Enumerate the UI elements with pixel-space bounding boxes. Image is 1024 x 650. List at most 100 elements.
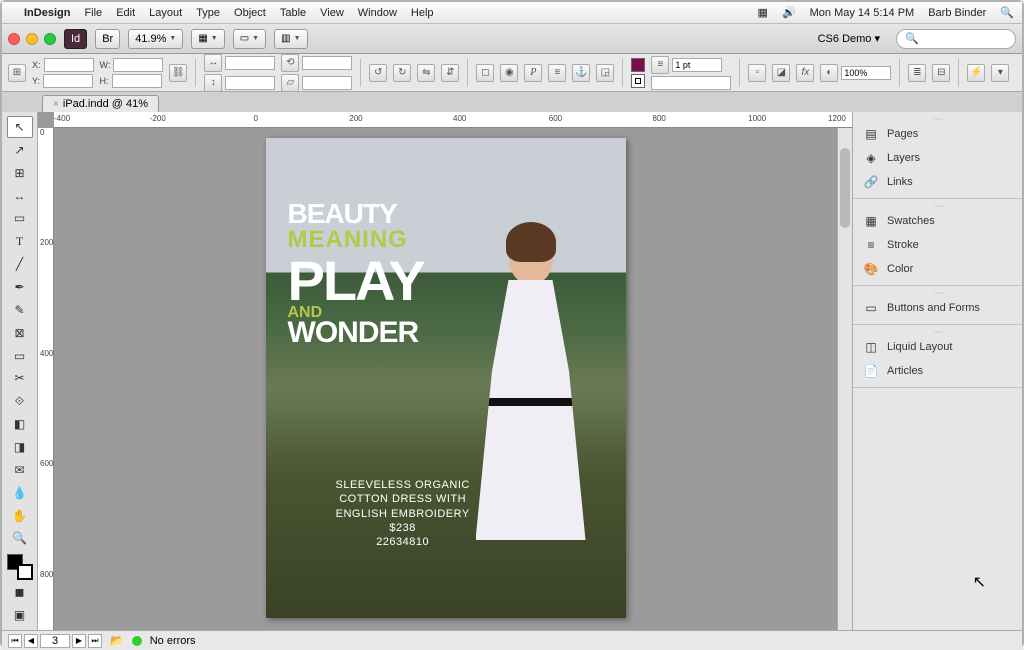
id-button[interactable]: Id [64, 29, 87, 49]
menu-view[interactable]: View [320, 7, 344, 19]
preflight-status-icon[interactable] [132, 636, 142, 646]
screen-mode-button[interactable]: ▭▼ [233, 29, 266, 49]
y-input[interactable] [43, 74, 93, 88]
scrollbar-thumb[interactable] [840, 148, 850, 228]
minimize-window-button[interactable] [26, 33, 38, 45]
fill-stroke-control[interactable] [7, 554, 33, 580]
last-page-button[interactable]: ⏭ [88, 634, 102, 648]
rectangle-tool[interactable]: ▭ [7, 345, 33, 367]
free-transform-tool[interactable]: ⟐ [7, 390, 33, 412]
panel-links[interactable]: 🔗Links [853, 170, 1022, 194]
scissors-tool[interactable]: ✂ [7, 367, 33, 389]
shear-icon[interactable]: ▱ [281, 74, 299, 92]
menu-window[interactable]: Window [358, 7, 397, 19]
panel-pages[interactable]: ▤Pages [853, 122, 1022, 146]
pen-tool[interactable]: ✒ [7, 276, 33, 298]
close-tab-icon[interactable]: × [53, 99, 59, 110]
selection-tool[interactable]: ↖ [7, 116, 33, 138]
scale-y-input[interactable] [225, 76, 275, 90]
menu-layout[interactable]: Layout [149, 7, 182, 19]
panel-layers[interactable]: ◈Layers [853, 146, 1022, 170]
panel-articles[interactable]: 📄Articles [853, 359, 1022, 383]
zoom-level-dropdown[interactable]: 41.9%▼ [128, 29, 183, 49]
panel-color[interactable]: 🎨Color [853, 257, 1022, 281]
pencil-tool[interactable]: ✎ [7, 299, 33, 321]
document-page[interactable]: BEAUTY MEANING PLAY AND WONDER SLEEVELES… [266, 138, 626, 618]
prev-page-button[interactable]: ◀ [24, 634, 38, 648]
page-number-input[interactable] [40, 634, 70, 648]
reference-point-icon[interactable]: ⊞ [8, 64, 26, 82]
flip-v-icon[interactable]: ⇵ [441, 64, 459, 82]
scale-x-icon[interactable]: ↔ [204, 54, 222, 72]
rotate-cw-icon[interactable]: ↻ [393, 64, 411, 82]
rotate-ccw-icon[interactable]: ↺ [369, 64, 387, 82]
panel-stroke[interactable]: ≡Stroke [853, 233, 1022, 257]
quick-apply-icon[interactable]: ⚡ [967, 64, 985, 82]
drop-shadow-icon[interactable]: ◪ [772, 64, 790, 82]
spotlight-icon[interactable]: 🔍 [1000, 6, 1014, 19]
fill-swatch[interactable] [631, 58, 645, 72]
rectangle-frame-tool[interactable]: ⊠ [7, 322, 33, 344]
shear-input[interactable] [302, 76, 352, 90]
constrain-icon[interactable]: ⛓ [169, 64, 187, 82]
x-input[interactable] [44, 58, 94, 72]
stroke-swatch[interactable] [631, 74, 645, 88]
align-icon[interactable]: ≣ [908, 64, 926, 82]
zoom-tool[interactable]: 🔍 [7, 527, 33, 549]
hand-tool[interactable]: ✋ [7, 505, 33, 527]
stroke-weight-input[interactable] [672, 58, 722, 72]
vertical-ruler[interactable]: 0 200 400 600 800 [38, 128, 54, 630]
view-options-button[interactable]: ▦▼ [191, 29, 224, 49]
paragraph-style-icon[interactable]: P [524, 64, 542, 82]
content-collector-tool[interactable]: ▭ [7, 207, 33, 229]
menu-edit[interactable]: Edit [116, 7, 135, 19]
menu-table[interactable]: Table [280, 7, 306, 19]
select-container-icon[interactable]: ◻ [476, 64, 494, 82]
menu-icon[interactable]: ▾ [991, 64, 1009, 82]
effects-icon[interactable]: ▫ [748, 64, 766, 82]
rotate-icon[interactable]: ⟲ [281, 54, 299, 72]
h-input[interactable] [112, 74, 162, 88]
close-window-button[interactable] [8, 33, 20, 45]
gap-tool[interactable]: ↔ [7, 185, 33, 207]
rotate-input[interactable] [302, 56, 352, 70]
first-page-button[interactable]: ⏮ [8, 634, 22, 648]
zoom-window-button[interactable] [44, 33, 56, 45]
user-name[interactable]: Barb Binder [928, 7, 986, 19]
w-input[interactable] [113, 58, 163, 72]
flip-h-icon[interactable]: ⇋ [417, 64, 435, 82]
preflight-status-text[interactable]: No errors [150, 635, 196, 647]
eyedropper-tool[interactable]: 💧 [7, 482, 33, 504]
spaces-icon[interactable]: ▦ [758, 6, 768, 19]
canvas-area[interactable]: BEAUTY MEANING PLAY AND WONDER SLEEVELES… [54, 128, 837, 630]
gradient-swatch-tool[interactable]: ◧ [7, 413, 33, 435]
menu-type[interactable]: Type [196, 7, 220, 19]
panel-liquid-layout[interactable]: ◫Liquid Layout [853, 335, 1022, 359]
scale-x-input[interactable] [225, 56, 275, 70]
opacity-input[interactable] [841, 66, 891, 80]
stroke-style-dropdown[interactable] [651, 76, 731, 90]
panel-buttons-forms[interactable]: ▭Buttons and Forms [853, 296, 1022, 320]
type-tool[interactable]: T [7, 230, 33, 252]
volume-icon[interactable]: 🔊 [782, 6, 796, 19]
scale-y-icon[interactable]: ↕ [204, 74, 222, 92]
wrap-icon[interactable]: ≡ [548, 64, 566, 82]
document-tab[interactable]: × iPad.indd @ 41% [42, 95, 159, 112]
help-search[interactable]: 🔍 [896, 29, 1016, 49]
note-tool[interactable]: ✉ [7, 459, 33, 481]
menu-object[interactable]: Object [234, 7, 266, 19]
menu-file[interactable]: File [84, 7, 102, 19]
horizontal-ruler[interactable]: -400 -200 0 200 400 600 800 1000 1200 [54, 112, 852, 128]
direct-selection-tool[interactable]: ↗ [7, 139, 33, 161]
arrange-documents-button[interactable]: ▥▼ [274, 29, 307, 49]
panel-swatches[interactable]: ▦Swatches [853, 209, 1022, 233]
bridge-button[interactable]: Br [95, 29, 120, 49]
app-name[interactable]: InDesign [24, 7, 70, 19]
next-page-button[interactable]: ▶ [72, 634, 86, 648]
corner-icon[interactable]: ◲ [596, 64, 614, 82]
distribute-icon[interactable]: ⊟ [932, 64, 950, 82]
vertical-scrollbar[interactable] [837, 128, 852, 630]
menu-help[interactable]: Help [411, 7, 434, 19]
fx-icon[interactable]: fx [796, 64, 814, 82]
workspace-dropdown[interactable]: CS6 Demo ▾ [810, 32, 888, 45]
